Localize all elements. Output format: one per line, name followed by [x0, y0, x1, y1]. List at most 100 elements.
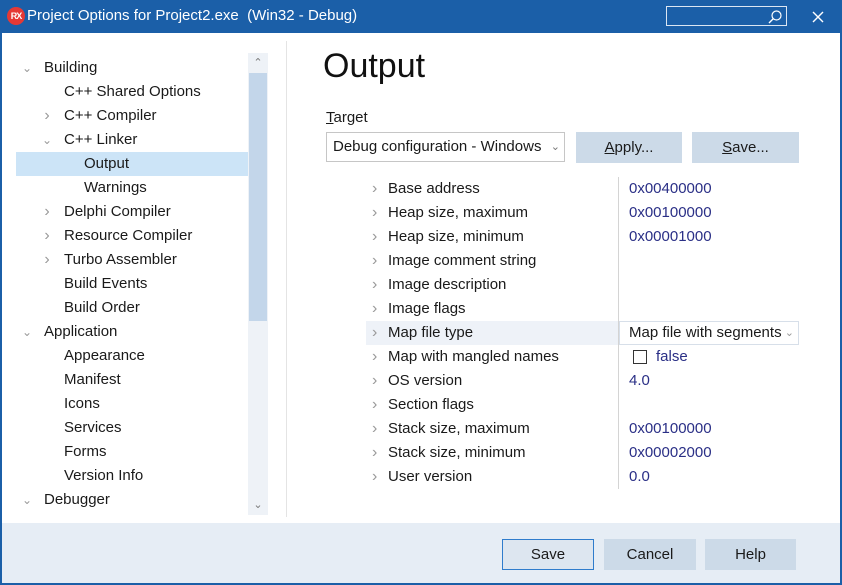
- property-name-cell[interactable]: › Image description: [366, 273, 618, 297]
- tree-item-forms[interactable]: Forms: [16, 440, 250, 464]
- property-row[interactable]: › Image comment string: [366, 249, 800, 273]
- property-value: Map file with segments: [629, 324, 782, 341]
- property-row[interactable]: › Stack size, minimum 0x00002000: [366, 441, 800, 465]
- property-name-cell[interactable]: › User version: [366, 465, 618, 489]
- map-file-type-select[interactable]: Map file with segments ⌄: [619, 321, 799, 345]
- cancel-button[interactable]: Cancel: [604, 539, 696, 570]
- property-value[interactable]: 0x00400000: [629, 177, 712, 201]
- tree-scrollbar[interactable]: ⌃ ⌄: [248, 53, 268, 515]
- tree-item-application[interactable]: ⌄ Application: [16, 320, 250, 344]
- tree-item-debugger[interactable]: ⌄ Debugger: [16, 488, 250, 512]
- tree-item-c-linker[interactable]: ⌄ C++ Linker: [16, 128, 250, 152]
- scroll-thumb[interactable]: [249, 73, 267, 321]
- property-value[interactable]: 0x00002000: [629, 441, 712, 465]
- chevron-right-icon[interactable]: ›: [372, 201, 377, 225]
- chevron-right-icon[interactable]: ›: [372, 369, 377, 393]
- property-name: Section flags: [388, 396, 474, 413]
- property-name-cell[interactable]: › Base address: [366, 177, 618, 201]
- search-input[interactable]: [666, 6, 787, 26]
- tree-item-warnings[interactable]: Warnings: [16, 176, 250, 200]
- chevron-right-icon[interactable]: ›: [372, 345, 377, 369]
- tree-item-version-info[interactable]: Version Info: [16, 464, 250, 488]
- property-name-cell[interactable]: › Map file type: [366, 321, 618, 345]
- chevron-right-icon[interactable]: ›: [372, 297, 377, 321]
- property-name: User version: [388, 468, 473, 485]
- chevron-right-icon[interactable]: ›: [372, 465, 377, 489]
- chevron-right-icon[interactable]: ›: [372, 225, 377, 249]
- chevron-right-icon[interactable]: ›: [372, 177, 377, 201]
- close-button[interactable]: [806, 5, 830, 29]
- property-row[interactable]: › Stack size, maximum 0x00100000: [366, 417, 800, 441]
- tree-item-build-order[interactable]: Build Order: [16, 296, 250, 320]
- tree-item-label: Warnings: [84, 179, 147, 196]
- property-name-cell[interactable]: › Stack size, maximum: [366, 417, 618, 441]
- chevron-right-icon[interactable]: ›: [372, 273, 377, 297]
- save-button[interactable]: Save: [502, 539, 594, 570]
- property-name-cell[interactable]: › Heap size, maximum: [366, 201, 618, 225]
- tree-item-output[interactable]: Output: [16, 152, 250, 176]
- property-value[interactable]: 0x00100000: [629, 417, 712, 441]
- chevron-right-icon[interactable]: ›: [40, 248, 54, 272]
- tree-item-manifest[interactable]: Manifest: [16, 368, 250, 392]
- scroll-up-button[interactable]: ⌃: [248, 53, 268, 73]
- property-row[interactable]: › Base address 0x00400000: [366, 177, 800, 201]
- property-value[interactable]: 0x00001000: [629, 225, 712, 249]
- tree-item-label: Forms: [64, 443, 107, 460]
- property-row[interactable]: › Heap size, minimum 0x00001000: [366, 225, 800, 249]
- property-name-cell[interactable]: › Map with mangled names: [366, 345, 618, 369]
- tree-item-build-events[interactable]: Build Events: [16, 272, 250, 296]
- tree-item-building[interactable]: ⌄ Building: [16, 56, 250, 80]
- tree-item-services[interactable]: Services: [16, 416, 250, 440]
- property-row[interactable]: › Image description: [366, 273, 800, 297]
- property-name: Map file type: [388, 324, 474, 341]
- apply-button[interactable]: Apply...: [576, 132, 682, 163]
- scroll-down-button[interactable]: ⌄: [248, 495, 268, 515]
- tree-item-label: C++ Linker: [64, 131, 138, 148]
- tree-item-resource-compiler[interactable]: › Resource Compiler: [16, 224, 250, 248]
- tree-item-appearance[interactable]: Appearance: [16, 344, 250, 368]
- property-row[interactable]: › Map file type Map file with segments ⌄: [366, 321, 800, 345]
- chevron-down-icon[interactable]: ⌄: [20, 488, 34, 512]
- save-accel: S: [722, 139, 733, 156]
- tree-item-label: Application: [44, 323, 118, 340]
- property-name-cell[interactable]: › Image comment string: [366, 249, 618, 273]
- chevron-right-icon[interactable]: ›: [40, 200, 54, 224]
- tree-item-label: Appearance: [64, 347, 145, 364]
- tree-item-delphi-compiler[interactable]: › Delphi Compiler: [16, 200, 250, 224]
- property-row[interactable]: › Map with mangled names false: [366, 345, 800, 369]
- mangled-names-checkbox[interactable]: [633, 350, 647, 364]
- save-config-button[interactable]: Save...: [692, 132, 799, 163]
- tree-item-c-compiler[interactable]: › C++ Compiler: [16, 104, 250, 128]
- property-value[interactable]: 0x00100000: [629, 201, 712, 225]
- pane-divider: [286, 41, 287, 517]
- property-name-cell[interactable]: › Stack size, minimum: [366, 441, 618, 465]
- property-name-cell[interactable]: › OS version: [366, 369, 618, 393]
- chevron-right-icon[interactable]: ›: [372, 441, 377, 465]
- chevron-down-icon[interactable]: ⌄: [40, 128, 54, 152]
- property-row[interactable]: › Section flags: [366, 393, 800, 417]
- chevron-down-icon[interactable]: ⌄: [20, 56, 34, 80]
- property-name-cell[interactable]: › Image flags: [366, 297, 618, 321]
- help-button[interactable]: Help: [705, 539, 796, 570]
- chevron-down-icon: ⌄: [253, 499, 263, 511]
- property-value[interactable]: 4.0: [629, 369, 650, 393]
- property-row[interactable]: › Image flags: [366, 297, 800, 321]
- chevron-down-icon[interactable]: ⌄: [20, 320, 34, 344]
- property-row[interactable]: › Heap size, maximum 0x00100000: [366, 201, 800, 225]
- target-label-accel: T: [326, 109, 334, 126]
- property-value[interactable]: 0.0: [629, 465, 650, 489]
- chevron-right-icon[interactable]: ›: [40, 104, 54, 128]
- target-select[interactable]: Debug configuration - Windows ⌄: [326, 132, 565, 162]
- property-row[interactable]: › User version 0.0: [366, 465, 800, 489]
- property-name-cell[interactable]: › Heap size, minimum: [366, 225, 618, 249]
- property-name-cell[interactable]: › Section flags: [366, 393, 618, 417]
- property-row[interactable]: › OS version 4.0: [366, 369, 800, 393]
- chevron-right-icon[interactable]: ›: [40, 224, 54, 248]
- tree-item-icons[interactable]: Icons: [16, 392, 250, 416]
- chevron-right-icon[interactable]: ›: [372, 321, 377, 345]
- tree-item-c-shared-options[interactable]: C++ Shared Options: [16, 80, 250, 104]
- chevron-right-icon[interactable]: ›: [372, 393, 377, 417]
- tree-item-turbo-assembler[interactable]: › Turbo Assembler: [16, 248, 250, 272]
- chevron-right-icon[interactable]: ›: [372, 417, 377, 441]
- chevron-right-icon[interactable]: ›: [372, 249, 377, 273]
